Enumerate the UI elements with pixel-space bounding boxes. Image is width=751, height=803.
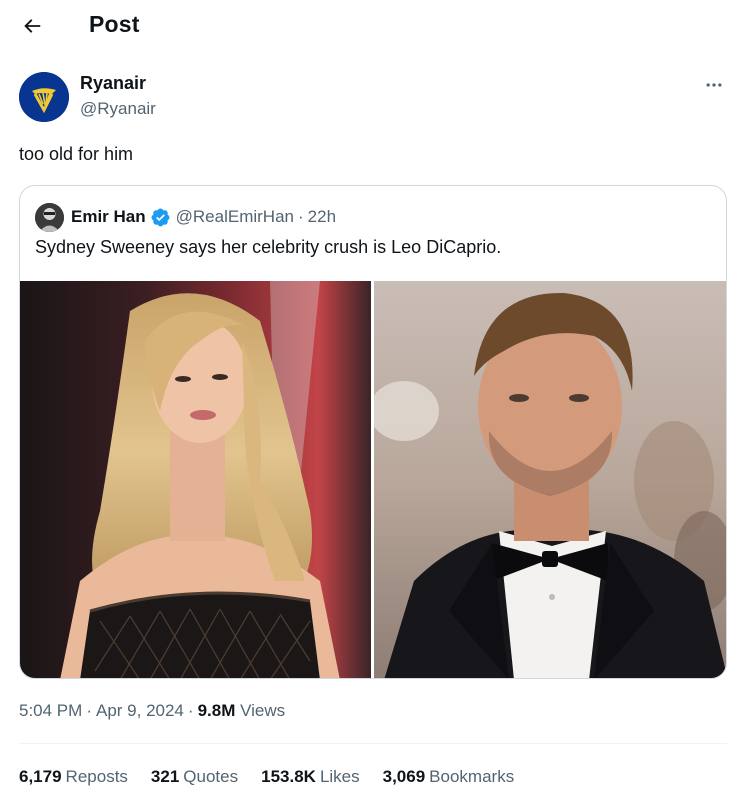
quoted-post-time[interactable]: 22h — [308, 207, 336, 227]
quotes-count: 321 — [150, 767, 180, 786]
post-time[interactable]: 5:04 PM — [19, 701, 82, 720]
divider — [19, 743, 727, 744]
views-label: Views — [240, 701, 286, 720]
post-meta: 5:04 PM · Apr 9, 2024 · 9.8M Views — [19, 701, 285, 721]
likes-stat[interactable]: 153.8K Likes — [261, 767, 360, 787]
views-count: 9.8M — [197, 701, 236, 720]
post-date[interactable]: Apr 9, 2024 — [96, 701, 184, 720]
more-horizontal-icon — [706, 83, 722, 87]
quoted-author-avatar[interactable] — [35, 202, 64, 232]
post-stats: 6,179 Reposts 321 Quotes 153.8K Likes 3,069… — [19, 767, 537, 787]
likes-count: 153.8K — [261, 767, 316, 786]
avatar[interactable] — [19, 72, 69, 122]
quoted-post[interactable]: Emir Han @RealEmirHan · 22h Sydney Sween… — [19, 185, 727, 679]
quoted-author-name[interactable]: Emir Han — [71, 207, 146, 227]
reposts-stat[interactable]: 6,179 Reposts — [19, 767, 128, 787]
photo-man-tuxedo — [374, 281, 726, 678]
author-name[interactable]: Ryanair — [80, 73, 146, 94]
photo-woman-red-carpet — [20, 281, 371, 678]
ryanair-harp-logo-icon — [19, 72, 69, 122]
bookmarks-count: 3,069 — [382, 767, 426, 786]
quoted-post-text: Sydney Sweeney says her celebrity crush … — [35, 237, 502, 257]
author-handle[interactable]: @Ryanair — [80, 99, 156, 119]
bookmarks-stat[interactable]: 3,069 Bookmarks — [383, 767, 515, 787]
reposts-count: 6,179 — [19, 767, 62, 786]
quoted-post-header: Emir Han @RealEmirHan · 22h — [35, 202, 336, 232]
page-header: Post — [0, 0, 751, 50]
person-avatar-icon — [35, 202, 64, 232]
quoted-image-right[interactable] — [374, 281, 726, 678]
arrow-left-icon — [24, 19, 41, 33]
separator-dot: · — [298, 207, 304, 226]
quotes-label: Quotes — [183, 767, 239, 786]
separator-dot: · — [187, 701, 194, 720]
quoted-image-left[interactable] — [20, 281, 371, 678]
reposts-label: Reposts — [65, 767, 128, 786]
post-text: too old for him — [19, 144, 134, 164]
separator-dot: · — [86, 701, 92, 720]
page-title: Post — [89, 11, 140, 37]
more-button[interactable] — [696, 70, 732, 100]
verified-badge-icon — [151, 208, 170, 226]
likes-label: Likes — [319, 767, 360, 786]
quotes-stat[interactable]: 321 Quotes — [151, 767, 238, 787]
back-button[interactable] — [14, 8, 50, 44]
bookmarks-label: Bookmarks — [429, 767, 515, 786]
quoted-author-handle[interactable]: @RealEmirHan — [176, 207, 294, 227]
